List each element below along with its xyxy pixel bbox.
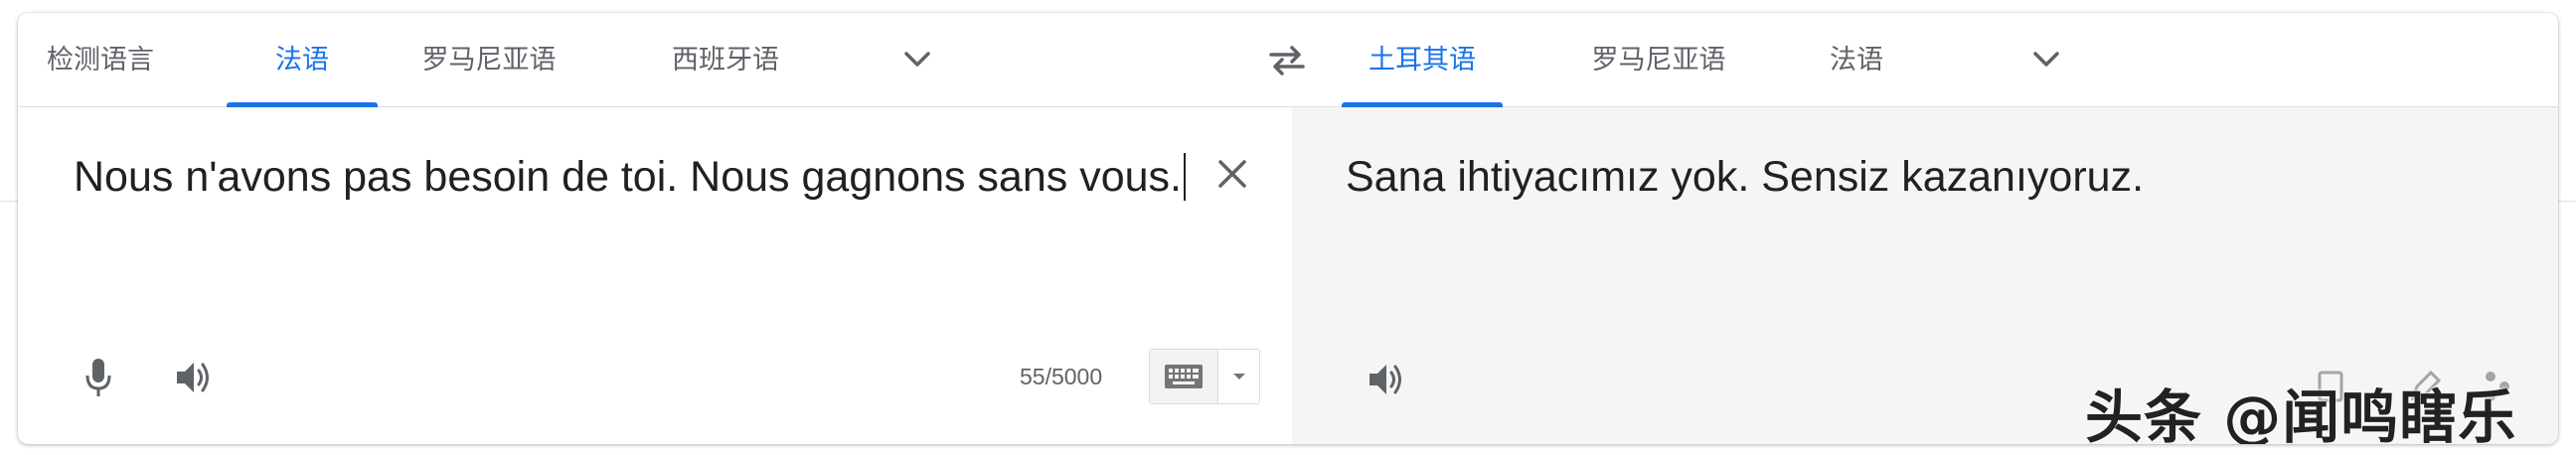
tab-source-spanish[interactable]: 西班牙语	[650, 13, 801, 106]
source-text-input[interactable]: Nous n'avons pas besoin de toi. Nous gag…	[74, 145, 1207, 210]
swap-languages-icon	[1269, 46, 1305, 76]
microphone-icon	[85, 359, 111, 396]
tab-target-turkish[interactable]: 土耳其语	[1342, 13, 1503, 107]
tab-target-french[interactable]: 法语	[1819, 13, 1894, 106]
tab-source-detect-language[interactable]: 检测语言	[40, 13, 161, 106]
tab-target-romanian[interactable]: 罗马尼亚语	[1583, 13, 1734, 106]
target-listen-button[interactable]	[1360, 355, 1413, 404]
source-more-languages-button[interactable]	[892, 35, 942, 84]
swap-languages-button[interactable]	[1262, 35, 1312, 84]
close-icon	[1218, 160, 1246, 188]
target-more-languages-button[interactable]	[2021, 35, 2071, 84]
keyboard-button[interactable]	[1150, 350, 1217, 403]
translator-card: 检测语言 法语 罗马尼亚语 西班牙语 土耳其语 罗马尼亚语 法语 Nous n'…	[18, 13, 2558, 444]
source-text: Nous n'avons pas besoin de toi. Nous gag…	[74, 153, 1182, 201]
source-listen-button[interactable]	[167, 353, 221, 402]
clear-source-button[interactable]	[1210, 152, 1254, 196]
language-tab-bar: 检测语言 法语 罗马尼亚语 西班牙语 土耳其语 罗马尼亚语 法语	[18, 13, 2558, 107]
speaker-icon	[177, 363, 209, 392]
tab-source-french[interactable]: 法语	[227, 13, 378, 107]
tab-source-romanian[interactable]: 罗马尼亚语	[413, 13, 564, 106]
caret-down-icon	[1232, 374, 1245, 379]
keyboard-icon	[1165, 365, 1203, 388]
text-caret	[1183, 153, 1186, 201]
translation-text: Sana ihtiyacımız yok. Sensiz kazanıyoruz…	[1346, 153, 2145, 201]
chevron-down-icon	[904, 52, 930, 67]
input-tools-menu-button[interactable]	[1218, 350, 1259, 403]
input-tools-keyboard[interactable]	[1149, 349, 1260, 404]
chevron-down-icon	[2033, 52, 2059, 67]
speaker-icon	[1369, 365, 1401, 394]
watermark: 头条 @闻鸣瞎乐	[2085, 383, 2517, 444]
voice-input-button[interactable]	[74, 353, 123, 402]
character-counter: 55/5000	[1020, 364, 1103, 389]
